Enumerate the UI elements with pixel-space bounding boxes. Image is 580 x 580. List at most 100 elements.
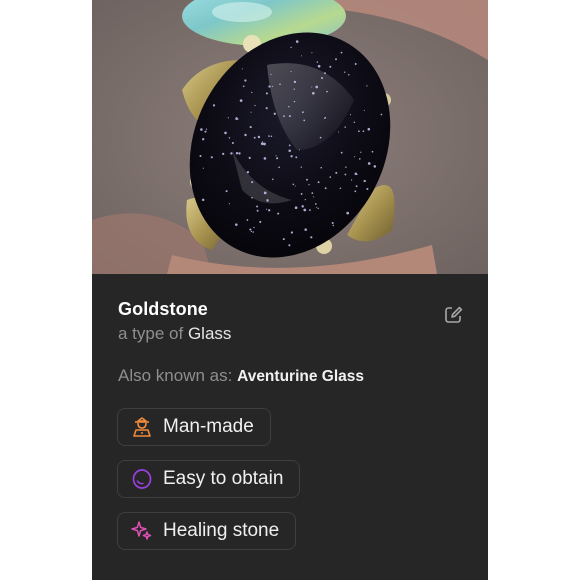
gem-sparkle <box>228 137 231 139</box>
gem-sparkle <box>242 85 245 88</box>
gem-sparkle <box>344 126 346 128</box>
gem-sparkle <box>266 200 269 202</box>
gem-sparkle <box>273 112 276 115</box>
gem-sparkle <box>246 171 250 174</box>
gem-sparkle <box>235 117 238 120</box>
gem-sparkle <box>249 126 252 129</box>
gem-sparkle <box>199 154 202 158</box>
stone-type-prefix: a type of <box>118 324 184 343</box>
gem-sparkle <box>205 128 208 130</box>
tag-healing-stone[interactable]: Healing stone <box>117 512 297 550</box>
tag-label: Man-made <box>163 416 254 437</box>
gem-sparkle <box>332 224 335 227</box>
gem-sparkle <box>271 85 274 87</box>
gem-sparkle <box>288 144 291 147</box>
gem-sparkle <box>257 135 261 139</box>
gem-sparkle <box>249 228 252 231</box>
gem-sparkle <box>290 155 293 158</box>
gem-sparkle <box>309 209 311 211</box>
gem-sparkle <box>201 198 205 202</box>
tag-easy-to-obtain[interactable]: Easy to obtain <box>117 460 301 498</box>
gem-sparkle <box>295 40 299 43</box>
aka-value: Aventurine Glass <box>237 368 364 385</box>
gem-sparkle <box>366 187 369 191</box>
gem-sparkle <box>293 100 296 103</box>
gem-sparkle <box>235 223 238 226</box>
gem-sparkle <box>239 99 243 102</box>
gem-sparkle <box>311 192 314 194</box>
edit-button[interactable] <box>442 303 466 327</box>
gem-sparkle <box>254 104 256 107</box>
gem-sparkle <box>354 63 357 65</box>
gem-sparkle <box>251 181 254 184</box>
tag-man-made[interactable]: Man-made <box>117 408 271 446</box>
gem-sparkle <box>311 52 313 54</box>
gem-sparkle <box>308 183 310 186</box>
gem-sparkle <box>301 55 303 57</box>
gem-sparkle <box>210 156 213 159</box>
gem-sparkle <box>360 151 362 153</box>
gem-sparkle <box>256 205 259 208</box>
gem-sparkle <box>276 157 279 160</box>
gem-sparkle <box>324 72 326 75</box>
gem-sparkle <box>301 205 304 208</box>
gem-sparkle <box>248 156 251 159</box>
stone-photo <box>92 0 488 274</box>
gem-sparkle <box>340 51 343 54</box>
gem-sparkle <box>241 68 243 70</box>
gem-sparkle <box>200 128 203 131</box>
gem-sparkle <box>290 71 292 73</box>
gem-sparkle <box>353 121 356 124</box>
gem-sparkle <box>315 85 319 89</box>
gem-sparkle <box>225 190 228 193</box>
gem-sparkle <box>252 231 254 233</box>
gem-sparkle <box>259 220 262 223</box>
gem-sparkle <box>300 166 302 168</box>
gem-sparkle <box>314 203 317 205</box>
gem-sparkle <box>250 230 253 233</box>
gem-sparkle <box>344 173 347 176</box>
gem-sparkle <box>290 231 294 234</box>
gem-sparkle <box>335 171 338 174</box>
gem-sparkle <box>317 181 320 184</box>
gem-sparkle <box>304 199 306 201</box>
gem-sparkle <box>244 133 247 137</box>
sparkle-icon <box>131 520 153 542</box>
gem-sparkle <box>265 107 268 110</box>
gem-sparkle <box>351 179 353 181</box>
gem-sparkle <box>344 71 346 73</box>
gem-sparkle <box>230 152 233 155</box>
tag-label: Easy to obtain <box>163 468 284 489</box>
gem-sparkle <box>346 211 350 215</box>
gem-sparkle <box>320 166 322 169</box>
gem-sparkle <box>300 192 303 195</box>
gem-sparkle <box>303 119 306 122</box>
gem-sparkle <box>288 149 291 152</box>
artisan-icon <box>131 416 153 438</box>
gem-sparkle <box>310 236 313 239</box>
stone-outline-icon <box>131 468 153 490</box>
gem-sparkle <box>367 162 371 165</box>
edit-icon <box>445 306 463 323</box>
gem-sparkle <box>316 206 318 208</box>
gem-sparkle <box>363 109 365 112</box>
gem-sparkle <box>263 157 267 160</box>
gem-sparkle <box>261 141 264 143</box>
gem-sparkle <box>326 90 328 93</box>
gem-sparkle <box>265 208 268 210</box>
gem-sparkle <box>212 104 216 107</box>
gem-sparkle <box>321 77 323 79</box>
gem-sparkle <box>349 114 352 116</box>
gem-sparkle <box>224 131 227 135</box>
gem-sparkle <box>256 209 259 212</box>
gem-sparkle <box>288 244 291 247</box>
gem-sparkle <box>339 187 342 190</box>
gem-sparkle <box>366 85 368 87</box>
gem-sparkle <box>324 116 327 119</box>
gem-sparkle <box>283 115 285 117</box>
gem-sparkle <box>294 206 298 210</box>
gem-sparkle <box>265 92 268 95</box>
gem-sparkle <box>303 208 307 212</box>
stone-type-name[interactable]: Glass <box>188 324 231 343</box>
gem-sparkle <box>380 113 383 116</box>
